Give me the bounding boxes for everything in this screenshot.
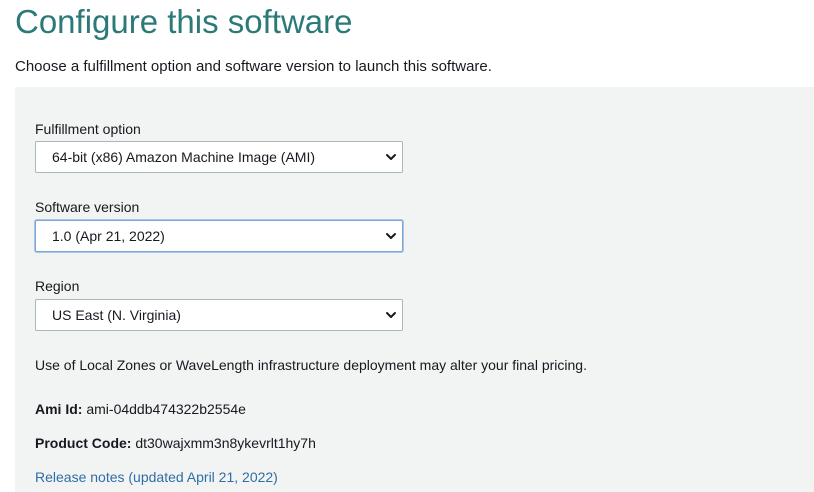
region-label: Region xyxy=(35,278,80,294)
release-notes-link[interactable]: Release notes (updated April 21, 2022) xyxy=(35,469,278,485)
ami-id-value: ami-04ddb474322b2554e xyxy=(86,401,246,417)
product-code-row: Product Code: dt30wajxmm3n8ykevrlt1hy7h xyxy=(35,435,316,451)
fulfillment-option-select[interactable]: 64-bit (x86) Amazon Machine Image (AMI) xyxy=(35,141,403,173)
region-value: US East (N. Virginia) xyxy=(52,307,181,323)
chevron-down-icon xyxy=(386,233,396,239)
product-code-value: dt30wajxmm3n8ykevrlt1hy7h xyxy=(135,435,316,451)
page-title: Configure this software xyxy=(15,3,353,40)
page-subtitle: Choose a fulfillment option and software… xyxy=(15,58,492,75)
fulfillment-option-label: Fulfillment option xyxy=(35,121,141,137)
chevron-down-icon xyxy=(386,154,396,160)
chevron-down-icon xyxy=(386,312,396,318)
region-select[interactable]: US East (N. Virginia) xyxy=(35,299,403,331)
software-version-label: Software version xyxy=(35,199,140,215)
ami-id-row: Ami Id: ami-04ddb474322b2554e xyxy=(35,401,246,417)
pricing-notice: Use of Local Zones or WaveLength infrast… xyxy=(35,357,587,373)
product-code-label: Product Code: xyxy=(35,435,132,451)
software-version-select[interactable]: 1.0 (Apr 21, 2022) xyxy=(35,220,403,252)
configuration-panel: Fulfillment option 64-bit (x86) Amazon M… xyxy=(15,87,814,492)
fulfillment-option-value: 64-bit (x86) Amazon Machine Image (AMI) xyxy=(52,149,315,165)
ami-id-label: Ami Id: xyxy=(35,401,83,417)
software-version-value: 1.0 (Apr 21, 2022) xyxy=(52,228,165,244)
